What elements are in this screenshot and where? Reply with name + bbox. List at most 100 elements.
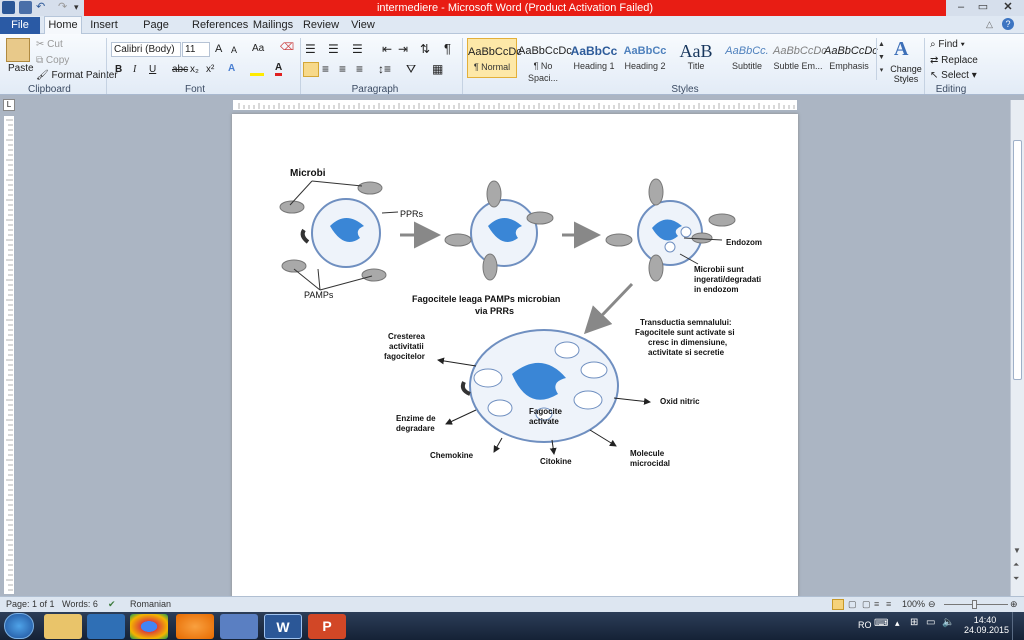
help-icon[interactable]: ? <box>1002 18 1014 30</box>
find-button[interactable]: ⌕ Find ▾ <box>930 39 965 50</box>
grow-font-button[interactable]: A <box>215 43 222 55</box>
underline-button[interactable]: U <box>149 64 156 75</box>
powerpoint-taskbar-icon[interactable]: P <box>308 614 346 639</box>
multilevel-list-icon[interactable]: ☰ <box>352 42 363 56</box>
tab-selector[interactable]: L <box>3 99 15 111</box>
scroll-thumb[interactable] <box>1013 140 1022 380</box>
tab-mailings[interactable]: Mailings <box>252 17 294 34</box>
line-spacing-icon[interactable]: ↕≡ <box>378 62 391 76</box>
font-color-icon[interactable]: A <box>275 62 283 76</box>
styles-scroll-icon[interactable]: ▲ ▼ ▾ <box>876 38 886 80</box>
style-subtitle[interactable]: AaBbCc. Subtitle <box>722 38 772 78</box>
zoom-in-icon[interactable]: ⊕ <box>1010 597 1018 612</box>
style-normal[interactable]: AaBbCcDc ¶ Normal <box>467 38 522 78</box>
redo-icon[interactable]: ↷ <box>58 1 71 14</box>
minimize-button[interactable]: – <box>950 0 972 14</box>
style-title[interactable]: AaB Title <box>671 38 721 78</box>
subscript-button[interactable]: x₂ <box>190 64 199 75</box>
style-heading-1[interactable]: AaBbCc Heading 1 <box>569 38 619 78</box>
media-player-icon[interactable] <box>87 614 125 639</box>
vertical-scrollbar[interactable]: ▼ ⏶ ⏷ <box>1010 100 1024 596</box>
volume-icon[interactable]: 🔈 <box>942 617 954 628</box>
word-taskbar-icon[interactable]: W <box>264 614 302 639</box>
firefox-icon[interactable] <box>176 614 214 639</box>
align-right-icon[interactable]: ≡ <box>339 62 346 76</box>
increase-indent-icon[interactable]: ⇥ <box>398 42 408 56</box>
zoom-level[interactable]: 100% <box>902 597 925 612</box>
tab-page-layout[interactable]: Page Layout <box>126 17 186 48</box>
full-screen-view-icon[interactable]: ▢ <box>848 597 857 612</box>
tab-review[interactable]: Review <box>302 17 340 34</box>
superscript-button[interactable]: x² <box>206 64 214 75</box>
language[interactable]: Romanian <box>130 597 171 612</box>
borders-icon[interactable]: ▦ <box>432 62 443 76</box>
show-hidden-icons[interactable]: ▴ <box>895 618 900 629</box>
keyboard-icon[interactable]: ⌨ <box>874 618 888 629</box>
proofing-icon[interactable]: ✔ <box>108 597 116 612</box>
shading-icon[interactable]: ⛛ <box>406 62 416 77</box>
replace-button[interactable]: ⇄ Replace <box>930 55 978 66</box>
tab-insert[interactable]: Insert <box>86 17 122 34</box>
document-page[interactable]: Microbi PPRs PAMPs Endozom Microbii sunt… <box>232 114 798 600</box>
next-page-icon[interactable]: ⏷ <box>1013 574 1019 584</box>
undo-icon[interactable]: ↶ <box>36 1 49 14</box>
network-icon[interactable]: ▭ <box>926 617 935 628</box>
style-emphasis[interactable]: AaBbCcDc Emphasis <box>824 38 878 78</box>
page-count[interactable]: Page: 1 of 1 <box>6 597 55 612</box>
show-formatting-icon[interactable]: ¶ <box>444 41 451 56</box>
paste-button[interactable]: Paste <box>8 63 34 74</box>
clock[interactable]: 14:40 24.09.2015 <box>964 615 1009 635</box>
copy-button[interactable]: ⧉ Copy <box>36 55 69 66</box>
windows-flag-icon[interactable]: ⊞ <box>910 617 918 628</box>
italic-button[interactable]: I <box>133 64 136 75</box>
web-layout-view-icon[interactable]: ▢ <box>862 597 871 612</box>
start-button[interactable] <box>4 613 34 639</box>
decrease-indent-icon[interactable]: ⇤ <box>382 42 392 56</box>
align-center-icon[interactable]: ≡ <box>322 62 329 76</box>
chrome-icon[interactable] <box>130 614 168 639</box>
tab-view[interactable]: View <box>346 17 380 34</box>
scroll-down-icon[interactable]: ▼ <box>1013 546 1021 555</box>
highlight-icon[interactable] <box>250 64 264 76</box>
change-styles-button[interactable]: Change Styles <box>889 64 923 84</box>
previous-page-icon[interactable]: ⏶ <box>1013 560 1019 570</box>
change-case-button[interactable]: Aa <box>252 43 264 54</box>
zoom-slider-thumb[interactable] <box>972 600 977 609</box>
style-subtle-emphasis[interactable]: AaBbCcDc Subtle Em... <box>773 38 827 78</box>
style-heading-2[interactable]: AaBbCc Heading 2 <box>620 38 670 78</box>
word-count[interactable]: Words: 6 <box>62 597 98 612</box>
outline-view-icon[interactable]: ≡ <box>874 597 879 612</box>
change-styles-icon[interactable]: A <box>894 38 908 61</box>
word-app-icon[interactable] <box>2 1 15 14</box>
horizontal-ruler[interactable] <box>232 99 798 111</box>
numbering-icon[interactable]: ☰ <box>328 42 339 56</box>
clear-formatting-icon[interactable]: ⌫ <box>280 42 294 53</box>
paste-icon[interactable] <box>6 38 30 62</box>
sort-icon[interactable]: ⇅ <box>420 42 430 56</box>
show-desktop-button[interactable] <box>1012 612 1022 640</box>
save-icon[interactable] <box>19 1 32 14</box>
minimize-ribbon-icon[interactable]: △ <box>986 19 993 30</box>
maximize-button[interactable]: ▭ <box>972 0 994 14</box>
launcher-icon[interactable] <box>220 614 258 639</box>
zoom-out-icon[interactable]: ⊖ <box>928 597 936 612</box>
print-layout-view-icon[interactable] <box>832 599 844 610</box>
draft-view-icon[interactable]: ≡ <box>886 597 891 612</box>
close-button[interactable]: ✕ <box>994 0 1022 14</box>
cut-button[interactable]: ✂ Cut <box>36 39 63 50</box>
explorer-icon[interactable] <box>44 614 82 639</box>
bold-button[interactable]: B <box>115 64 122 75</box>
select-button[interactable]: ↖ Select ▾ <box>930 70 977 81</box>
tab-home[interactable]: Home <box>44 16 82 35</box>
align-left-icon[interactable] <box>303 62 319 77</box>
font-name-combobox[interactable]: Calibri (Body) <box>111 42 181 57</box>
text-effects-icon[interactable]: A <box>228 63 235 74</box>
style-no-spacing[interactable]: AaBbCcDc ¶ No Spaci... <box>518 38 572 83</box>
tab-references[interactable]: References <box>192 17 248 34</box>
strikethrough-button[interactable]: abc <box>172 64 188 75</box>
font-size-combobox[interactable]: 11 <box>182 42 210 57</box>
input-language[interactable]: RO <box>858 620 872 630</box>
shrink-font-button[interactable]: A <box>231 45 237 55</box>
tab-file[interactable]: File <box>0 17 40 34</box>
justify-icon[interactable]: ≡ <box>356 62 363 76</box>
